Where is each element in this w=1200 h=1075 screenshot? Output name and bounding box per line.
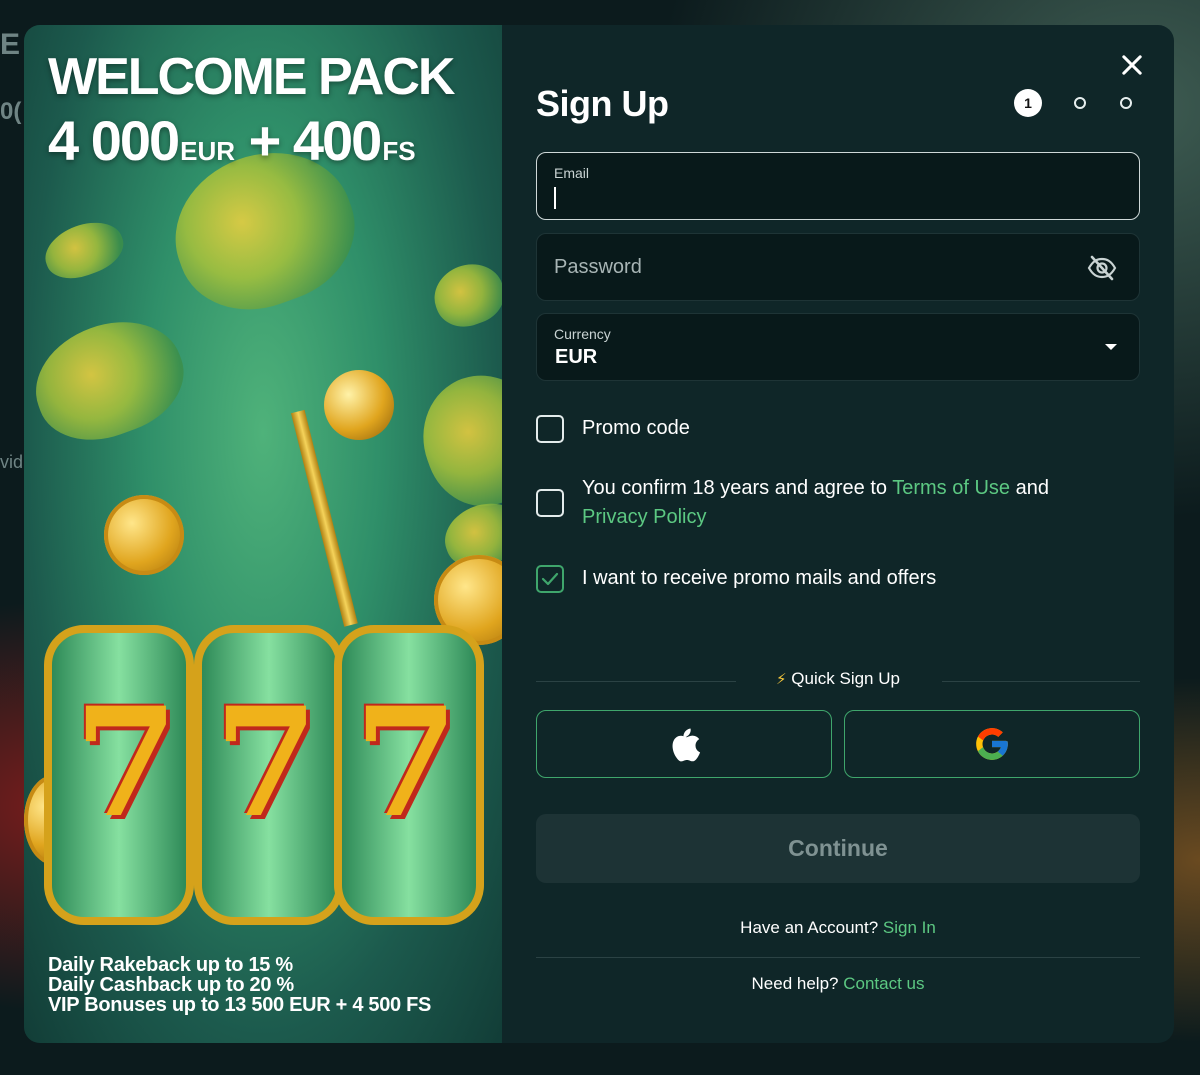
chevron-down-icon [1105, 344, 1117, 350]
step-active: 1 [1014, 89, 1042, 117]
quick-signup-label: ⚡ Quick Sign Up [502, 669, 1174, 689]
gem-decoration [405, 358, 502, 522]
lightning-icon: ⚡ [776, 671, 787, 688]
contact-us-link[interactable]: Contact us [843, 974, 924, 993]
step-dot [1074, 97, 1086, 109]
promo-code-checkbox[interactable] [536, 415, 564, 443]
free-spins-amount: 400 [292, 109, 382, 172]
sign-in-prompt: Have an Account? Sign In [502, 918, 1174, 938]
apple-signin-button[interactable] [536, 710, 832, 778]
coin-decoration [104, 495, 184, 575]
welcome-banner: 7 7 7 WELCOME PACK 4 000EUR + 400FS Dail… [24, 25, 502, 1043]
email-field[interactable]: Email [536, 152, 1140, 220]
help-prompt: Need help? Contact us [502, 974, 1174, 994]
terms-row: You confirm 18 years and agree to Terms … [536, 474, 1096, 532]
terms-prefix: You confirm 18 years and agree to [582, 477, 888, 499]
terms-and: and [1015, 477, 1049, 499]
currency-select[interactable]: Currency EUR [536, 313, 1140, 381]
terms-of-use-link[interactable]: Terms of Use [892, 477, 1010, 499]
promo-code-label: Promo code [582, 417, 690, 439]
apple-icon [672, 728, 701, 762]
need-help-text: Need help? [751, 974, 839, 993]
promo-mails-label: I want to receive promo mails and offers [582, 567, 937, 589]
step-dot [1120, 97, 1132, 109]
seven-symbol: 7 [354, 675, 459, 851]
check-icon [541, 572, 559, 586]
promo-perks: Daily Rakeback up to 15 % Daily Cashback… [48, 955, 431, 1015]
gem-decoration [37, 212, 131, 288]
footer-divider [536, 957, 1140, 958]
signup-modal: 7 7 7 WELCOME PACK 4 000EUR + 400FS Dail… [24, 25, 1174, 1043]
signup-form: Sign Up 1 Email Password Currency EUR Pr… [502, 25, 1174, 1043]
password-field[interactable]: Password [536, 233, 1140, 301]
have-account-text: Have an Account? [740, 918, 879, 937]
perk-item: Daily Rakeback up to 15 % [48, 954, 293, 976]
step-indicator: 1 [1014, 89, 1134, 117]
password-placeholder: Password [554, 256, 642, 278]
promo-title: WELCOME PACK [48, 48, 455, 106]
promo-mails-row: I want to receive promo mails and offers [536, 564, 936, 593]
slot-lever-ball [324, 370, 394, 440]
background-text: E [0, 28, 21, 61]
email-label: Email [554, 165, 590, 181]
bonus-amount: 4 000 [48, 109, 180, 172]
background-text: 0( [0, 98, 22, 125]
perk-item: VIP Bonuses up to 13 500 EUR + 4 500 FS [48, 994, 432, 1016]
terms-checkbox[interactable] [536, 489, 564, 517]
promo-mails-checkbox[interactable] [536, 565, 564, 593]
promo-amount: 4 000EUR + 400FS [48, 113, 416, 169]
gem-decoration [425, 254, 502, 336]
gem-decoration [24, 302, 199, 458]
seven-symbol: 7 [74, 675, 179, 851]
terms-text: You confirm 18 years and agree to Terms … [582, 474, 1096, 532]
seven-symbol: 7 [214, 675, 319, 851]
free-spins-unit: FS [382, 136, 416, 166]
close-icon[interactable] [1118, 51, 1146, 79]
text-cursor [554, 187, 556, 209]
google-icon [976, 728, 1008, 760]
google-signin-button[interactable] [844, 710, 1140, 778]
quick-signup-text: Quick Sign Up [791, 669, 900, 688]
sign-in-link[interactable]: Sign In [883, 918, 936, 937]
perk-item: Daily Cashback up to 20 % [48, 974, 294, 996]
promo-code-toggle[interactable]: Promo code [536, 414, 690, 443]
continue-button[interactable]: Continue [536, 814, 1140, 883]
bonus-currency: EUR [180, 136, 236, 166]
slot-machine-illustration: 7 7 7 [24, 585, 502, 965]
eye-off-icon[interactable] [1087, 254, 1117, 282]
privacy-policy-link[interactable]: Privacy Policy [582, 506, 706, 528]
page-title: Sign Up [536, 83, 669, 124]
plus-sign: + [248, 109, 282, 172]
currency-label: Currency [554, 326, 611, 342]
currency-value: EUR [555, 346, 598, 368]
background-text: vid [0, 452, 24, 472]
